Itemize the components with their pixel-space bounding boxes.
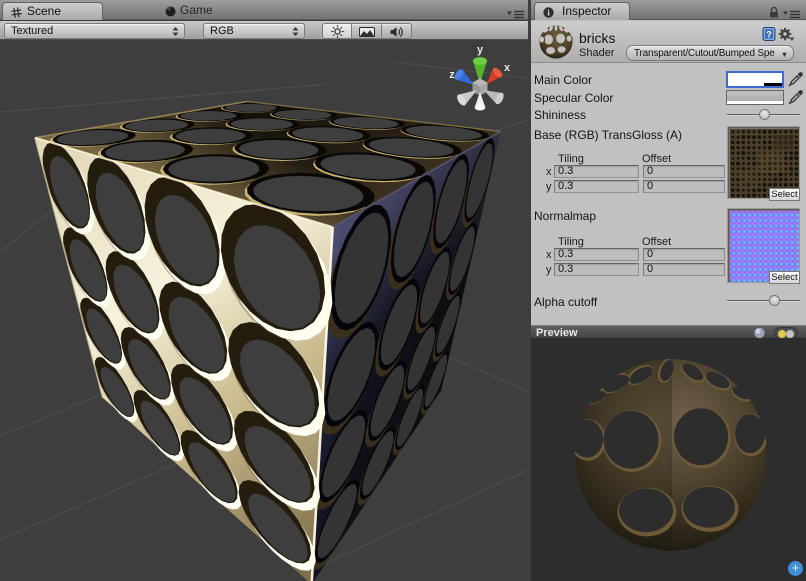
svg-text:y: y bbox=[477, 44, 484, 56]
svg-text:x: x bbox=[504, 62, 511, 74]
svg-text:?: ? bbox=[766, 30, 772, 40]
svg-text:z: z bbox=[449, 69, 455, 81]
